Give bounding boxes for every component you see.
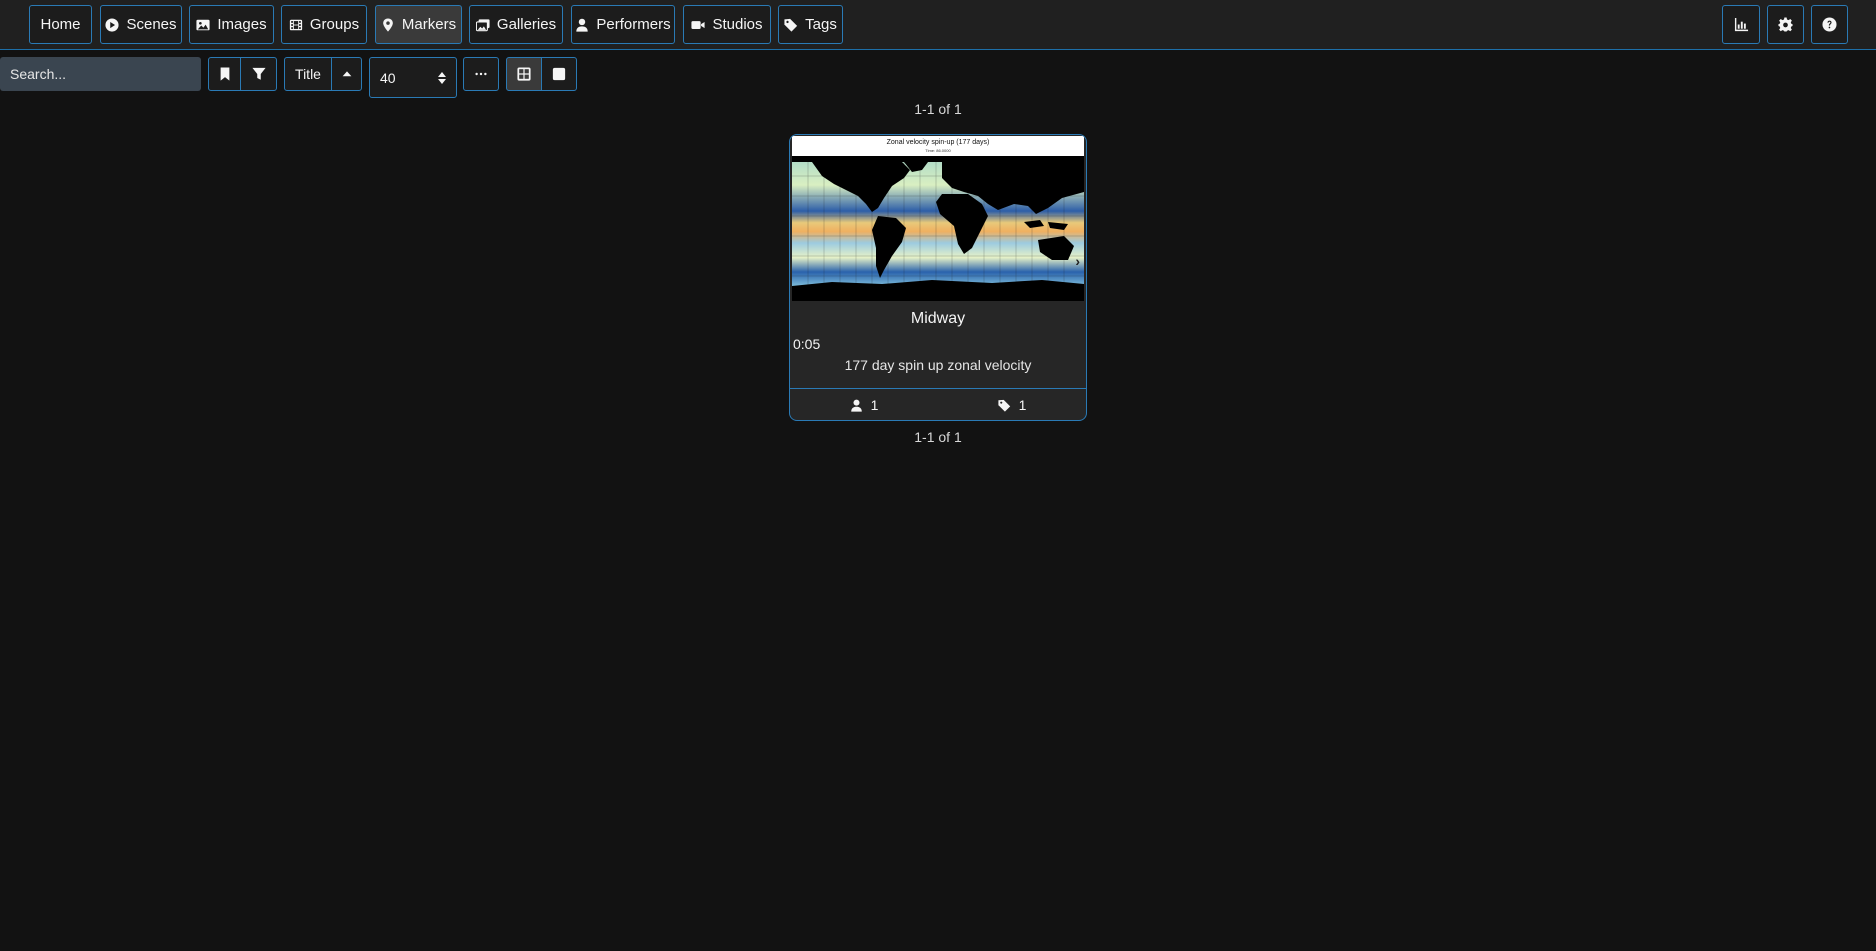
chart-icon [1734,17,1748,32]
nav-studios-label: Studios [712,16,763,33]
tag-icon [998,399,1010,412]
search-input[interactable] [0,57,201,91]
nav-galleries[interactable]: Galleries [469,5,563,44]
nav-groups[interactable]: Groups [281,5,367,44]
nav-studios[interactable]: Studios [683,5,771,44]
gear-icon [1778,17,1793,32]
sort-by-dropdown[interactable]: Title [284,57,332,91]
performer-count: 1 [870,397,879,413]
nav-galleries-label: Galleries [496,16,557,33]
sort-by-label: Title [295,66,321,82]
film-icon [289,19,303,30]
marker-description: 177 day spin up zonal velocity [844,357,1032,373]
marker-title[interactable]: Midway [790,310,1086,328]
help-button[interactable] [1811,5,1848,44]
preview-plot-subtitle: Time: 86.0000 [925,148,951,153]
help-icon [1822,17,1837,32]
nav-scenes-label: Scenes [126,16,177,33]
pagination-count-top: 1-1 of 1 [914,101,962,117]
nav-groups-label: Groups [309,16,360,33]
per-page-value: 40 [380,69,396,86]
bookmark-icon [220,67,229,81]
wall-icon [552,67,566,81]
filter-icon [251,67,266,80]
sort-direction-button[interactable] [331,57,362,91]
world-velocity-map [792,156,1084,301]
chevron-right-icon: › [1075,253,1080,269]
more-options-button[interactable] [463,57,499,91]
play-circle-icon [105,17,120,32]
stats-button[interactable] [1722,5,1760,44]
preview-plot-title: Zonal velocity spin-up (177 days) [886,139,990,146]
pagination-count-bottom: 1-1 of 1 [914,429,962,445]
nav-performers[interactable]: Performers [571,5,675,44]
nav-home[interactable]: Home [29,5,92,44]
nav-images[interactable]: Images [189,5,274,44]
ellipsis-icon [475,72,487,76]
user-icon [850,399,862,412]
video-icon [691,20,706,29]
map-marker-icon [383,17,393,32]
nav-markers[interactable]: Markers [375,5,462,44]
marker-time: 0:05 [793,336,821,352]
user-icon [576,18,589,32]
caret-up-icon [342,71,351,77]
marker-popovers: 1 1 [790,388,1086,420]
nav-scenes[interactable]: Scenes [100,5,182,44]
tag-count-button[interactable]: 1 [938,389,1086,420]
nav-markers-label: Markers [401,16,457,33]
per-page-select[interactable]: 40 [369,57,457,98]
marker-preview[interactable]: Zonal velocity spin-up (177 days) Time: … [792,136,1084,301]
grid-icon [517,67,531,81]
nav-home-label: Home [40,16,81,33]
top-navbar: Home Scenes Images Groups Markers Galler… [0,0,1876,50]
nav-tags-label: Tags [805,16,837,33]
select-arrows-icon [438,71,446,84]
marker-card[interactable]: Zonal velocity spin-up (177 days) Time: … [789,134,1087,421]
saved-filters-button[interactable] [208,57,241,91]
filter-button[interactable] [240,57,277,91]
grid-view-button[interactable] [506,57,542,91]
performer-count-button[interactable]: 1 [790,389,938,420]
nav-tags[interactable]: Tags [778,5,843,44]
tag-icon [784,18,798,32]
wall-view-button[interactable] [541,57,577,91]
image-icon [196,19,210,30]
settings-button[interactable] [1767,5,1804,44]
nav-images-label: Images [217,16,267,33]
tag-count: 1 [1018,397,1027,413]
images-icon [475,18,490,31]
nav-performers-label: Performers [596,16,671,33]
